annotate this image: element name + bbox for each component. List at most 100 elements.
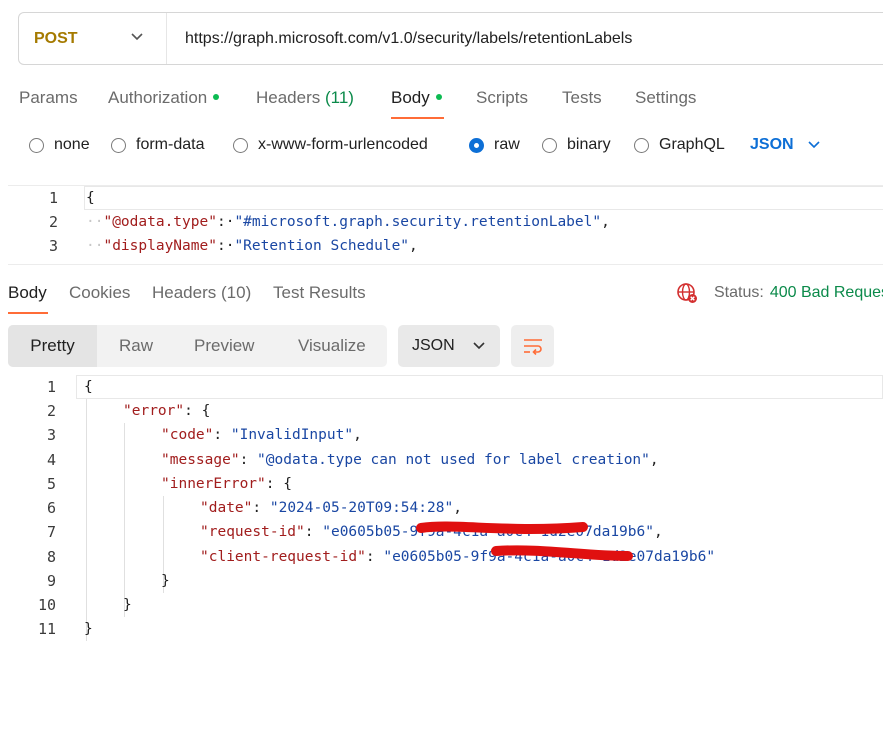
response-tab-cookies[interactable]: Cookies (69, 283, 130, 303)
tab-settings[interactable]: Settings (635, 88, 696, 108)
method-label: POST (34, 29, 78, 47)
body-format-select[interactable]: JSON (750, 136, 820, 154)
response-format-label: JSON (412, 337, 455, 354)
tab-label: Test Results (273, 283, 366, 302)
code-line: "error": { (123, 403, 211, 419)
line-number: 7 (46, 523, 56, 541)
radio-circle-icon (233, 137, 248, 153)
status-dot-icon (435, 93, 442, 100)
tab-label: Tests (562, 88, 602, 107)
request-body-editor[interactable]: 1 2 3 { ··"@odata.type":·"#microsoft.gra… (8, 185, 883, 265)
radio-raw[interactable]: raw (469, 136, 520, 154)
code-line: ··"@odata.type":·"#microsoft.graph.secur… (86, 214, 610, 230)
line-number: 11 (37, 620, 56, 638)
response-tab-body[interactable]: Body (8, 283, 47, 303)
code-line: } (84, 621, 93, 637)
tab-count: (11) (325, 88, 354, 107)
tab-label: Settings (635, 88, 697, 107)
response-tab-headers[interactable]: Headers (10) (152, 283, 251, 303)
line-number: 2 (46, 402, 56, 420)
tab-headers[interactable]: Headers (11) (256, 88, 354, 108)
active-tab-indicator (391, 117, 444, 119)
code-line: } (123, 597, 132, 613)
radio-selected-icon (469, 137, 484, 153)
view-raw-button[interactable]: Raw (119, 325, 153, 367)
line-number: 3 (46, 426, 56, 444)
radio-label: none (54, 136, 90, 153)
code-line: { (84, 379, 93, 395)
status-dot-icon (213, 93, 220, 100)
chevron-down-icon (473, 342, 485, 350)
tab-label: Body (8, 283, 47, 302)
tab-label: Headers (256, 88, 321, 107)
code-line: "message": "@odata.type can not used for… (161, 452, 659, 468)
redaction-scribble (416, 521, 588, 534)
view-pretty-button[interactable]: Pretty (8, 325, 97, 367)
radio-graphql[interactable]: GraphQL (634, 136, 725, 154)
method-select[interactable]: POST (19, 13, 167, 64)
view-visualize-button[interactable]: Visualize (298, 325, 366, 367)
status-value: 400 Bad Request (769, 284, 883, 301)
line-number: 1 (46, 378, 56, 396)
tab-label: Headers (152, 283, 217, 302)
wrap-lines-button[interactable] (511, 325, 554, 367)
radio-x-www-form-urlencoded[interactable]: x-www-form-urlencoded (233, 136, 428, 154)
redaction-scribble (491, 545, 633, 561)
line-number: 4 (46, 451, 56, 469)
line-number: 3 (48, 237, 58, 255)
line-number: 10 (37, 596, 56, 614)
current-line-highlight (76, 375, 883, 399)
radio-binary[interactable]: binary (542, 136, 611, 154)
radio-circle-icon (111, 137, 126, 153)
tab-label: Scripts (476, 88, 528, 107)
line-number: 9 (46, 572, 56, 590)
line-number: 1 (48, 189, 58, 207)
tab-label: Params (19, 88, 78, 107)
code-line: { (86, 190, 95, 206)
tab-count: (10) (221, 283, 252, 302)
wrap-lines-icon (523, 339, 542, 355)
code-line: "date": "2024-05-20T09:54:28", (200, 500, 462, 516)
response-status: Status: 400 Bad Request (676, 282, 883, 304)
tab-tests[interactable]: Tests (562, 88, 602, 108)
globe-error-icon (677, 283, 697, 303)
body-format-label: JSON (750, 136, 794, 153)
view-mode-group: Pretty Raw Preview Visualize (8, 325, 387, 367)
url-input[interactable]: https://graph.microsoft.com/v1.0/securit… (167, 30, 632, 48)
radio-circle-icon (29, 137, 44, 153)
radio-label: form-data (136, 136, 205, 153)
tab-label: Authorization (108, 88, 208, 107)
code-line: "innerError": { (161, 476, 292, 492)
radio-label: GraphQL (659, 136, 725, 153)
tab-body[interactable]: Body (391, 88, 442, 108)
tab-label: Body (391, 88, 430, 107)
code-line: } (161, 573, 170, 589)
radio-circle-icon (542, 137, 557, 153)
indent-guide (86, 399, 87, 641)
line-number: 2 (48, 213, 58, 231)
line-number: 5 (46, 475, 56, 493)
view-preview-button[interactable]: Preview (194, 325, 254, 367)
radio-label: x-www-form-urlencoded (258, 136, 428, 153)
chevron-down-icon (808, 141, 820, 149)
code-line: "client-request-id": "e0605b05-9f9a-4c1a… (200, 549, 716, 565)
radio-label: raw (494, 136, 520, 153)
tab-label: Cookies (69, 283, 131, 302)
radio-circle-icon (634, 137, 649, 153)
line-number: 6 (46, 499, 56, 517)
chevron-down-icon (131, 33, 143, 41)
code-line: ··"displayName":·"Retention Schedule", (86, 238, 418, 254)
active-tab-indicator (8, 312, 48, 314)
response-body-viewer[interactable]: 1 2 3 4 5 6 7 8 9 10 11 { "error": { "co… (0, 375, 883, 645)
tab-scripts[interactable]: Scripts (476, 88, 528, 108)
response-format-select[interactable]: JSON (398, 325, 500, 367)
tab-params[interactable]: Params (19, 88, 78, 108)
status-label: Status: (714, 284, 764, 301)
indent-guide (124, 423, 125, 617)
request-url-bar: POST https://graph.microsoft.com/v1.0/se… (18, 12, 883, 65)
radio-form-data[interactable]: form-data (111, 136, 204, 154)
code-line: "code": "InvalidInput", (161, 427, 362, 443)
response-tab-test-results[interactable]: Test Results (273, 283, 366, 303)
tab-authorization[interactable]: Authorization (108, 88, 220, 108)
radio-none[interactable]: none (29, 136, 90, 154)
